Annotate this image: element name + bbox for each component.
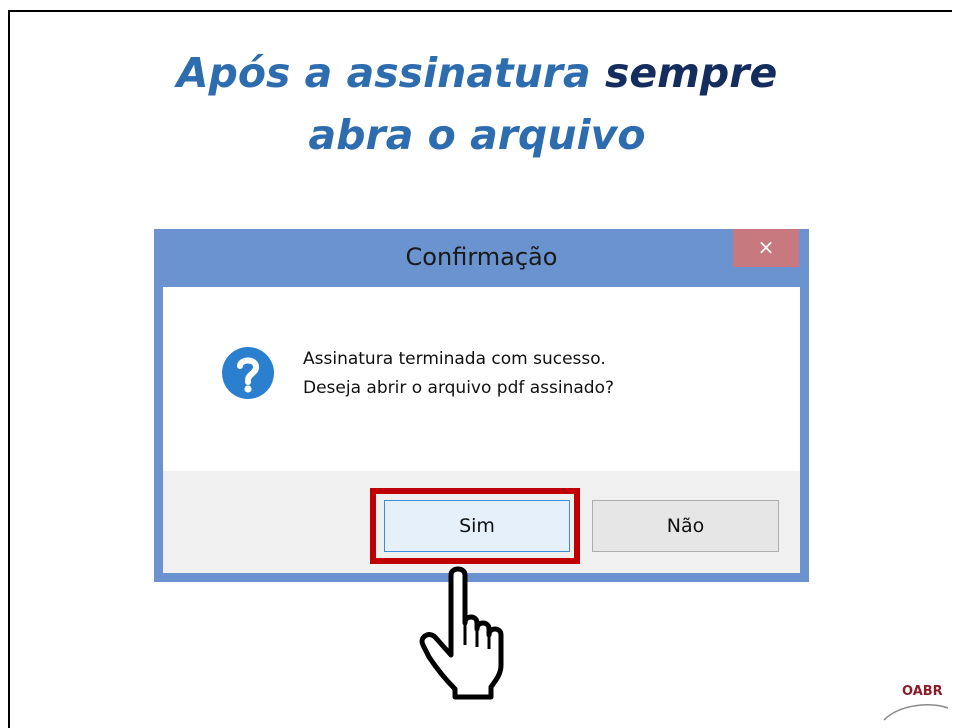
message-line1: Assinatura terminada com sucesso. (303, 349, 606, 369)
no-button[interactable]: Não (592, 500, 779, 552)
dialog-body: Assinatura terminada com sucesso. Deseja… (163, 287, 800, 471)
title-emphasis: sempre (604, 49, 778, 97)
close-button[interactable]: × (733, 229, 799, 267)
dialog-message: Assinatura terminada com sucesso. Deseja… (303, 345, 783, 403)
dialog-title: Confirmação (405, 243, 558, 271)
message-line2: Deseja abrir o arquivo pdf assinado? (303, 378, 615, 398)
logo-text: OABR (902, 684, 943, 699)
slide-title: Após a assinatura sempre abra o arquivo (0, 42, 954, 166)
question-icon (222, 347, 274, 399)
logo-swoosh (883, 704, 949, 721)
pointing-hand-icon (419, 566, 504, 700)
title-part1: Após a assinatura (176, 49, 605, 97)
close-icon: × (757, 235, 775, 259)
highlight-box (370, 488, 580, 564)
title-line2: abra o arquivo (308, 111, 646, 159)
